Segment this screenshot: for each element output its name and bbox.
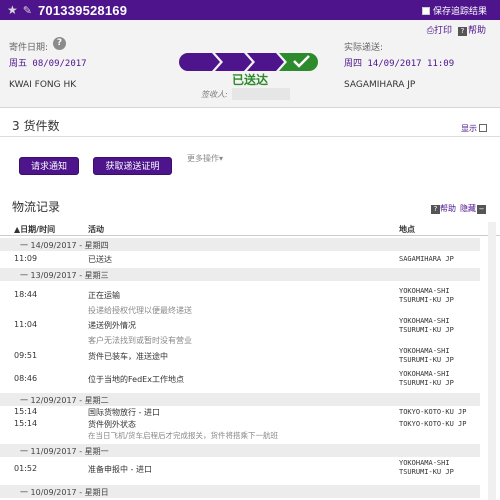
table-row: 11:09 已送达 SAGAMIHARA JP <box>14 254 454 264</box>
get-proof-button[interactable]: 获取递送证明 <box>93 157 172 175</box>
summary-links: ⎙打印 ? 帮助 <box>427 23 486 36</box>
column-location[interactable]: 地点 <box>399 224 415 235</box>
progress-bar <box>179 53 318 71</box>
table-row: 08:46 位于当地的FedEx工作地点 YOKOHAMA-SHI TSURUM… <box>14 370 454 387</box>
progress-step-1 <box>179 53 220 71</box>
day-group-header[interactable]: 一 13/09/2017 - 星期三 <box>0 268 480 281</box>
signed-by-label: 签收人: <box>201 90 228 99</box>
table-row: 15:14 国际货物放行 - 进口 TOKYO-KOTO-KU JP <box>14 407 467 417</box>
day-group-header[interactable]: 一 10/09/2017 - 星期日 <box>0 485 480 498</box>
print-icon: ⎙ <box>426 26 434 36</box>
destination-location: SAGAMIHARA JP <box>344 80 416 90</box>
save-checkbox[interactable] <box>421 6 430 15</box>
help-question-icon[interactable]: ? <box>53 37 66 50</box>
save-label: 保存追踪结果 <box>432 7 487 17</box>
tracking-number: 701339528169 <box>37 2 128 18</box>
help-icon: ? <box>457 27 467 36</box>
delivery-date-label: 实际递送: <box>344 43 384 53</box>
column-activity[interactable]: 活动 <box>88 224 104 235</box>
ship-date-label: 寄件日期: <box>9 43 49 53</box>
column-date[interactable]: ▲日期/时间 <box>14 224 55 235</box>
help-icon: ? <box>431 205 440 214</box>
progress-step-3 <box>247 53 284 71</box>
divider <box>0 136 500 137</box>
collapse-icon: − <box>477 205 486 214</box>
history-help-link[interactable]: ? 帮助 <box>431 203 456 214</box>
save-results-toggle[interactable]: 保存追踪结果 <box>421 4 487 17</box>
ship-date: 周五 08/09/2017 <box>9 59 87 69</box>
table-row: 11:04 递送例外情况 客户无法找到或暂时没有营业 YOKOHAMA-SHI … <box>14 317 454 345</box>
show-toggle[interactable]: 显示 <box>461 123 487 134</box>
expand-icon <box>479 124 487 132</box>
day-group-header[interactable]: 一 12/09/2017 - 星期二 <box>0 393 480 406</box>
history-controls: ? 帮助 隐藏 − <box>431 203 486 214</box>
star-icon[interactable]: ★ <box>7 3 18 17</box>
scrollbar[interactable] <box>488 222 496 500</box>
signed-by-value <box>232 88 290 100</box>
history-title: 物流记录 <box>12 200 61 214</box>
day-group-header[interactable]: 一 14/09/2017 - 星期四 <box>0 238 480 251</box>
table-row: 15:14 货件例外状态 在当日飞机/货车启程后才完成报关，货件将搭乘下一航班 … <box>14 419 467 440</box>
print-link[interactable]: ⎙打印 <box>427 23 452 36</box>
table-row: 18:44 正在运输 投递给授权代理以便最终递送 YOKOHAMA-SHI TS… <box>14 287 454 315</box>
request-notification-button[interactable]: 请求通知 <box>19 157 79 175</box>
progress-step-delivered <box>279 53 318 71</box>
shipment-summary: ⎙打印 ? 帮助 寄件日期: ? 周五 08/09/2017 KWAI FONG … <box>0 20 500 108</box>
help-link[interactable]: ? 帮助 <box>457 23 486 36</box>
table-row: 01:52 准备申报中 - 进口 YOKOHAMA-SHI TSURUMI-KU… <box>14 459 454 476</box>
edit-icon[interactable]: ✎ <box>23 4 32 17</box>
history-hide-link[interactable]: 隐藏 − <box>460 203 486 214</box>
top-bar: ★ ✎ 701339528169 保存追踪结果 <box>0 0 500 20</box>
delivery-date: 周四 14/09/2017 11:09 <box>344 59 455 69</box>
history-table-header: ▲日期/时间 活动 地点 <box>0 222 500 236</box>
delivery-status: 已送达 <box>231 73 268 87</box>
progress-step-2 <box>215 53 252 71</box>
day-group-header[interactable]: 一 11/09/2017 - 星期一 <box>0 444 480 457</box>
more-actions-menu[interactable]: 更多操作▾ <box>187 153 223 164</box>
pieces-title: 3 货件数 <box>12 119 60 133</box>
table-row: 09:51 货件已装车，准送途中 YOKOHAMA-SHI TSURUMI-KU… <box>14 347 454 364</box>
